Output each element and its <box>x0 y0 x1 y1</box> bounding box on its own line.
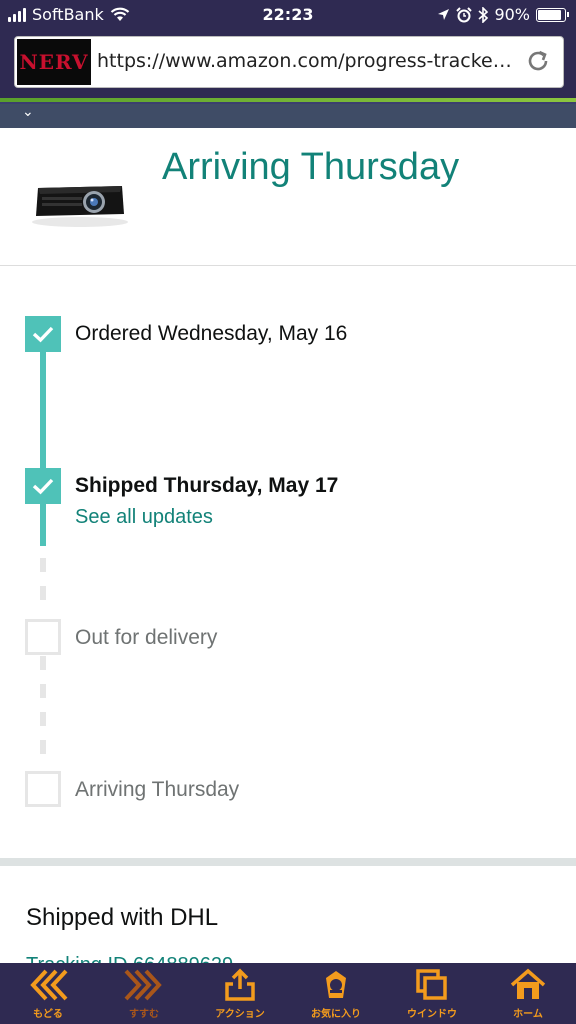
product-image-projector[interactable] <box>28 170 132 230</box>
tracker-line-pending <box>40 586 46 600</box>
tracker-line-pending <box>40 558 46 572</box>
bluetooth-icon <box>478 6 489 23</box>
url-text[interactable]: https://www.amazon.com/progress-tracke… <box>97 50 517 72</box>
site-header-strip: ⌄ <box>0 104 576 128</box>
favorites-label: お気に入り <box>311 1009 361 1020</box>
step-out-for-delivery-label: Out for delivery <box>75 626 218 649</box>
status-right: 90% <box>437 5 569 24</box>
address-bar[interactable]: NERV https://www.amazon.com/progress-tra… <box>14 36 564 88</box>
forward-button[interactable]: すすむ <box>96 963 192 1024</box>
chevron-down-icon[interactable]: ⌄ <box>22 104 34 120</box>
back-button[interactable]: もどる <box>0 963 96 1024</box>
tracker-line-pending <box>40 740 46 754</box>
tracker-line-complete <box>40 502 46 546</box>
site-favicon[interactable]: NERV <box>17 39 91 85</box>
windows-icon <box>416 969 447 1000</box>
step-ordered-label: Ordered Wednesday, May 16 <box>75 322 348 345</box>
step-arriving-box <box>25 771 61 807</box>
step-arriving-label: Arriving Thursday <box>75 778 240 801</box>
checkmark-icon <box>32 326 54 343</box>
home-label: ホーム <box>513 1009 543 1020</box>
tracker-line-pending <box>40 656 46 670</box>
battery-percent: 90% <box>494 5 530 24</box>
tracker-line-complete <box>40 336 46 476</box>
favicon-logo-icon: NERV <box>19 50 89 74</box>
back-icon <box>30 969 68 1001</box>
back-label: もどる <box>33 1009 63 1020</box>
checkmark-icon <box>32 478 54 495</box>
carrier-heading: Shipped with DHL <box>26 904 219 931</box>
favorites-icon <box>326 971 346 998</box>
location-arrow-icon <box>438 9 450 20</box>
share-icon <box>225 968 255 1001</box>
battery-icon <box>536 7 569 22</box>
arrival-summary: Arriving Thursday <box>0 128 576 266</box>
home-button[interactable]: ホーム <box>480 963 576 1024</box>
windows-button[interactable]: ウインドウ <box>384 963 480 1024</box>
tracker-line-pending <box>40 712 46 726</box>
windows-label: ウインドウ <box>407 1009 457 1020</box>
alarm-icon <box>456 6 473 22</box>
step-out-for-delivery-box <box>25 619 61 655</box>
step-shipped-check <box>25 468 61 504</box>
page-title: Arriving Thursday <box>162 146 460 188</box>
tracker-line-pending <box>40 684 46 698</box>
favorites-button[interactable]: お気に入り <box>288 963 384 1024</box>
home-icon <box>510 968 546 999</box>
step-shipped-label: Shipped Thursday, May 17 <box>75 474 339 497</box>
see-all-updates-link[interactable]: See all updates <box>75 506 213 529</box>
forward-label: すすむ <box>129 1009 159 1020</box>
status-bar: SoftBank 22:23 90% <box>0 0 576 30</box>
forward-icon <box>124 969 162 1001</box>
browser-bottom-toolbar: もどる すすむ アクション お気に入り ウインドウ ホーム <box>0 963 576 1024</box>
section-divider <box>0 858 576 866</box>
action-label: アクション <box>215 1009 265 1020</box>
step-ordered-check <box>25 316 61 352</box>
progress-tracker: Ordered Wednesday, May 16 Shipped Thursd… <box>0 266 576 858</box>
action-button[interactable]: アクション <box>192 963 288 1024</box>
reload-icon[interactable] <box>525 48 551 74</box>
browser-toolbar: NERV https://www.amazon.com/progress-tra… <box>0 30 576 98</box>
